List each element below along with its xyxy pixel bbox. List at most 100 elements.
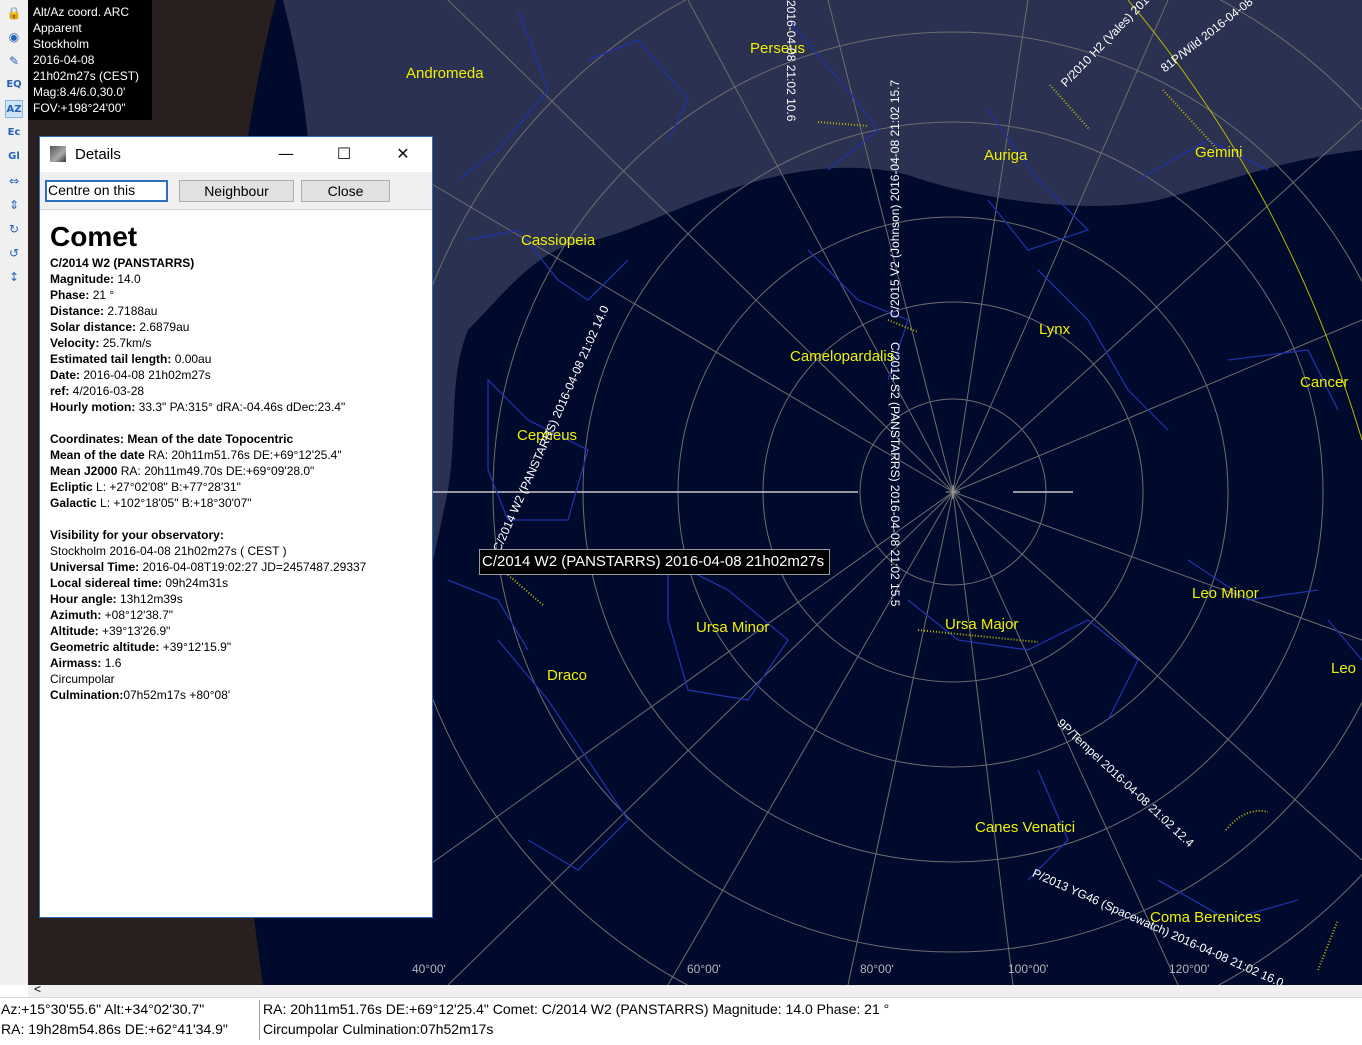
app-icon [50,146,66,162]
constellation-label[interactable]: Cassiopeia [521,232,595,249]
details-titlebar[interactable]: Details — ☐ ✕ [40,137,432,172]
axis-tick-label: 80°00' [860,962,894,976]
object-tooltip: C/2014 W2 (PANSTARRS) 2016-04-08 21h02m2… [479,549,831,575]
detail-label: Mean of the date [50,448,145,462]
detail-value: 4/2016-03-28 [69,384,145,398]
comet-label[interactable]: C/2015 V2 (Johnson) 2016-04-08 21:02 15.… [888,80,902,318]
equatorial-icon[interactable]: EQ [5,76,23,94]
comet-label[interactable]: C/2014 S2 (PANSTARRS) 2016-04-08 21:02 1… [888,342,902,606]
detail-value: 09h24m31s [162,576,229,590]
detail-row: Distance: 2.7188au [50,303,430,319]
info-time: 21h02m27s (CEST) [33,69,140,83]
status-culmination: Circumpolar Culmination:07h52m17s [263,1021,494,1037]
status-separator [259,1000,260,1040]
culmination-label: Culmination: [50,688,124,702]
detail-label: Local sidereal time: [50,576,163,590]
constellation-label[interactable]: Leo Minor [1192,585,1259,602]
info-fov: FOV:+198°24'00" [33,101,126,115]
constellation-label[interactable]: Draco [547,667,587,684]
detail-value: 2.7188au [104,304,158,318]
detail-row: Mean J2000 RA: 20h11m49.70s DE:+69°09'28… [50,463,430,479]
close-button[interactable]: Close [301,180,390,202]
culmination-row: Culmination:07h52m17s +80°08' [50,687,430,703]
detail-label: Altitude: [50,624,99,638]
detail-label: Universal Time: [50,560,140,574]
window-title: Details [75,146,121,163]
chart-scrollbar[interactable]: < [28,982,1362,997]
detail-label: Velocity: [50,336,100,350]
detail-row: Local sidereal time: 09h24m31s [50,575,430,591]
status-object-info: RA: 20h11m51.76s DE:+69°12'25.4" Comet: … [263,1001,890,1017]
constellation-label[interactable]: Cancer [1300,374,1348,391]
status-radec: RA: 19h28m54.86s DE:+62°41'34.9" [1,1021,228,1037]
detail-label: Ecliptic [50,480,93,494]
neighbour-button[interactable]: Neighbour [179,180,294,202]
ecliptic-icon[interactable]: Ec [5,124,23,142]
globe-icon[interactable]: ◉ [5,28,23,46]
constellation-label[interactable]: Lynx [1039,321,1070,338]
detail-row: Ecliptic L: +27°02'08" B:+77°28'31" [50,479,430,495]
coords-heading: Coordinates: Mean of the date Topocentri… [50,432,294,446]
constellation-label[interactable]: Canes Venatici [975,819,1075,836]
constellation-label[interactable]: Gemini [1195,144,1243,161]
flip-horizontal-icon[interactable]: ⇔ [5,172,23,190]
scroll-left-arrow[interactable]: < [34,982,41,996]
centre-on-object-button[interactable]: Centre on this object [45,180,168,202]
vertical-arrows-icon[interactable]: ↕ [5,268,23,286]
close-window-button[interactable]: ✕ [385,142,421,166]
detail-label: Hourly motion: [50,400,136,414]
details-window: Details — ☐ ✕ Centre on this object Neig… [39,136,433,918]
rotate-ccw-icon[interactable]: ↺ [5,244,23,262]
detail-row: Phase: 21 ° [50,287,430,303]
rotate-cw-icon[interactable]: ↻ [5,220,23,238]
detail-label: Geometric altitude: [50,640,160,654]
axis-tick-label: 60°00' [687,962,721,976]
detail-value: 14.0 [114,272,141,286]
detail-value: 2.6879au [136,320,190,334]
detail-row: Date: 2016-04-08 21h02m27s [50,367,430,383]
info-projection: Alt/Az coord. ARC [33,5,130,19]
details-content: Comet C/2014 W2 (PANSTARRS) Magnitude: 1… [50,219,430,703]
detail-row: Velocity: 25.7km/s [50,335,430,351]
comet-label[interactable]: 2016-04-08 21:02 10.6 [784,0,798,121]
constellation-label[interactable]: Andromeda [406,65,484,82]
detail-label: Airmass: [50,656,102,670]
edit-icon[interactable]: ✎ [5,52,23,70]
detail-row: Geometric altitude: +39°12'15.9" [50,639,430,655]
detail-row: Hour angle: 13h12m39s [50,591,430,607]
detail-label: Estimated tail length: [50,352,172,366]
info-date: 2016-04-08 [33,53,95,67]
constellation-label[interactable]: Ursa Minor [696,619,769,636]
observatory-icon[interactable]: 🔒 [5,4,23,22]
detail-row: Airmass: 1.6 [50,655,430,671]
flip-vertical-icon[interactable]: ⇕ [5,196,23,214]
constellation-label[interactable]: Leo [1331,660,1356,677]
galactic-icon[interactable]: Gl [5,148,23,166]
constellation-label[interactable]: Auriga [984,147,1027,164]
detail-value: L: +27°02'08" B:+77°28'31" [92,480,241,494]
detail-value: 25.7km/s [99,336,152,350]
altaz-icon[interactable]: AZ [5,100,23,118]
detail-value: 13h12m39s [116,592,183,606]
detail-value: 0.00au [171,352,212,366]
minimize-button[interactable]: — [268,142,304,166]
detail-value: +39°12'15.9" [159,640,232,654]
detail-label: Azimuth: [50,608,102,622]
info-apparent: Apparent [33,21,82,35]
visibility-heading: Visibility for your observatory: [50,528,224,542]
detail-value: 2016-04-08T19:02:27 JD=2457487.29337 [139,560,367,574]
detail-row: Solar distance: 2.6879au [50,319,430,335]
axis-tick-label: 40°00' [412,962,446,976]
detail-row: Hourly motion: 33.3" PA:315° dRA:-04.46s… [50,399,430,415]
maximize-button[interactable]: ☐ [326,142,362,166]
culmination-value: 07h52m17s +80°08' [123,688,231,702]
constellation-label[interactable]: Camelopardalis [790,348,894,365]
detail-value: RA: 20h11m49.70s DE:+69°09'28.0" [117,464,315,478]
visibility-observer: Stockholm 2016-04-08 21h02m27s ( CEST ) [50,544,287,558]
info-magnitude: Mag:8.4/6.0,30.0' [33,85,126,99]
info-location: Stockholm [33,37,90,51]
constellation-label[interactable]: Ursa Major [945,616,1018,633]
circumpolar-text: Circumpolar [50,672,115,686]
detail-value: RA: 20h11m51.76s DE:+69°12'25.4" [144,448,342,462]
detail-value: 1.6 [101,656,122,670]
